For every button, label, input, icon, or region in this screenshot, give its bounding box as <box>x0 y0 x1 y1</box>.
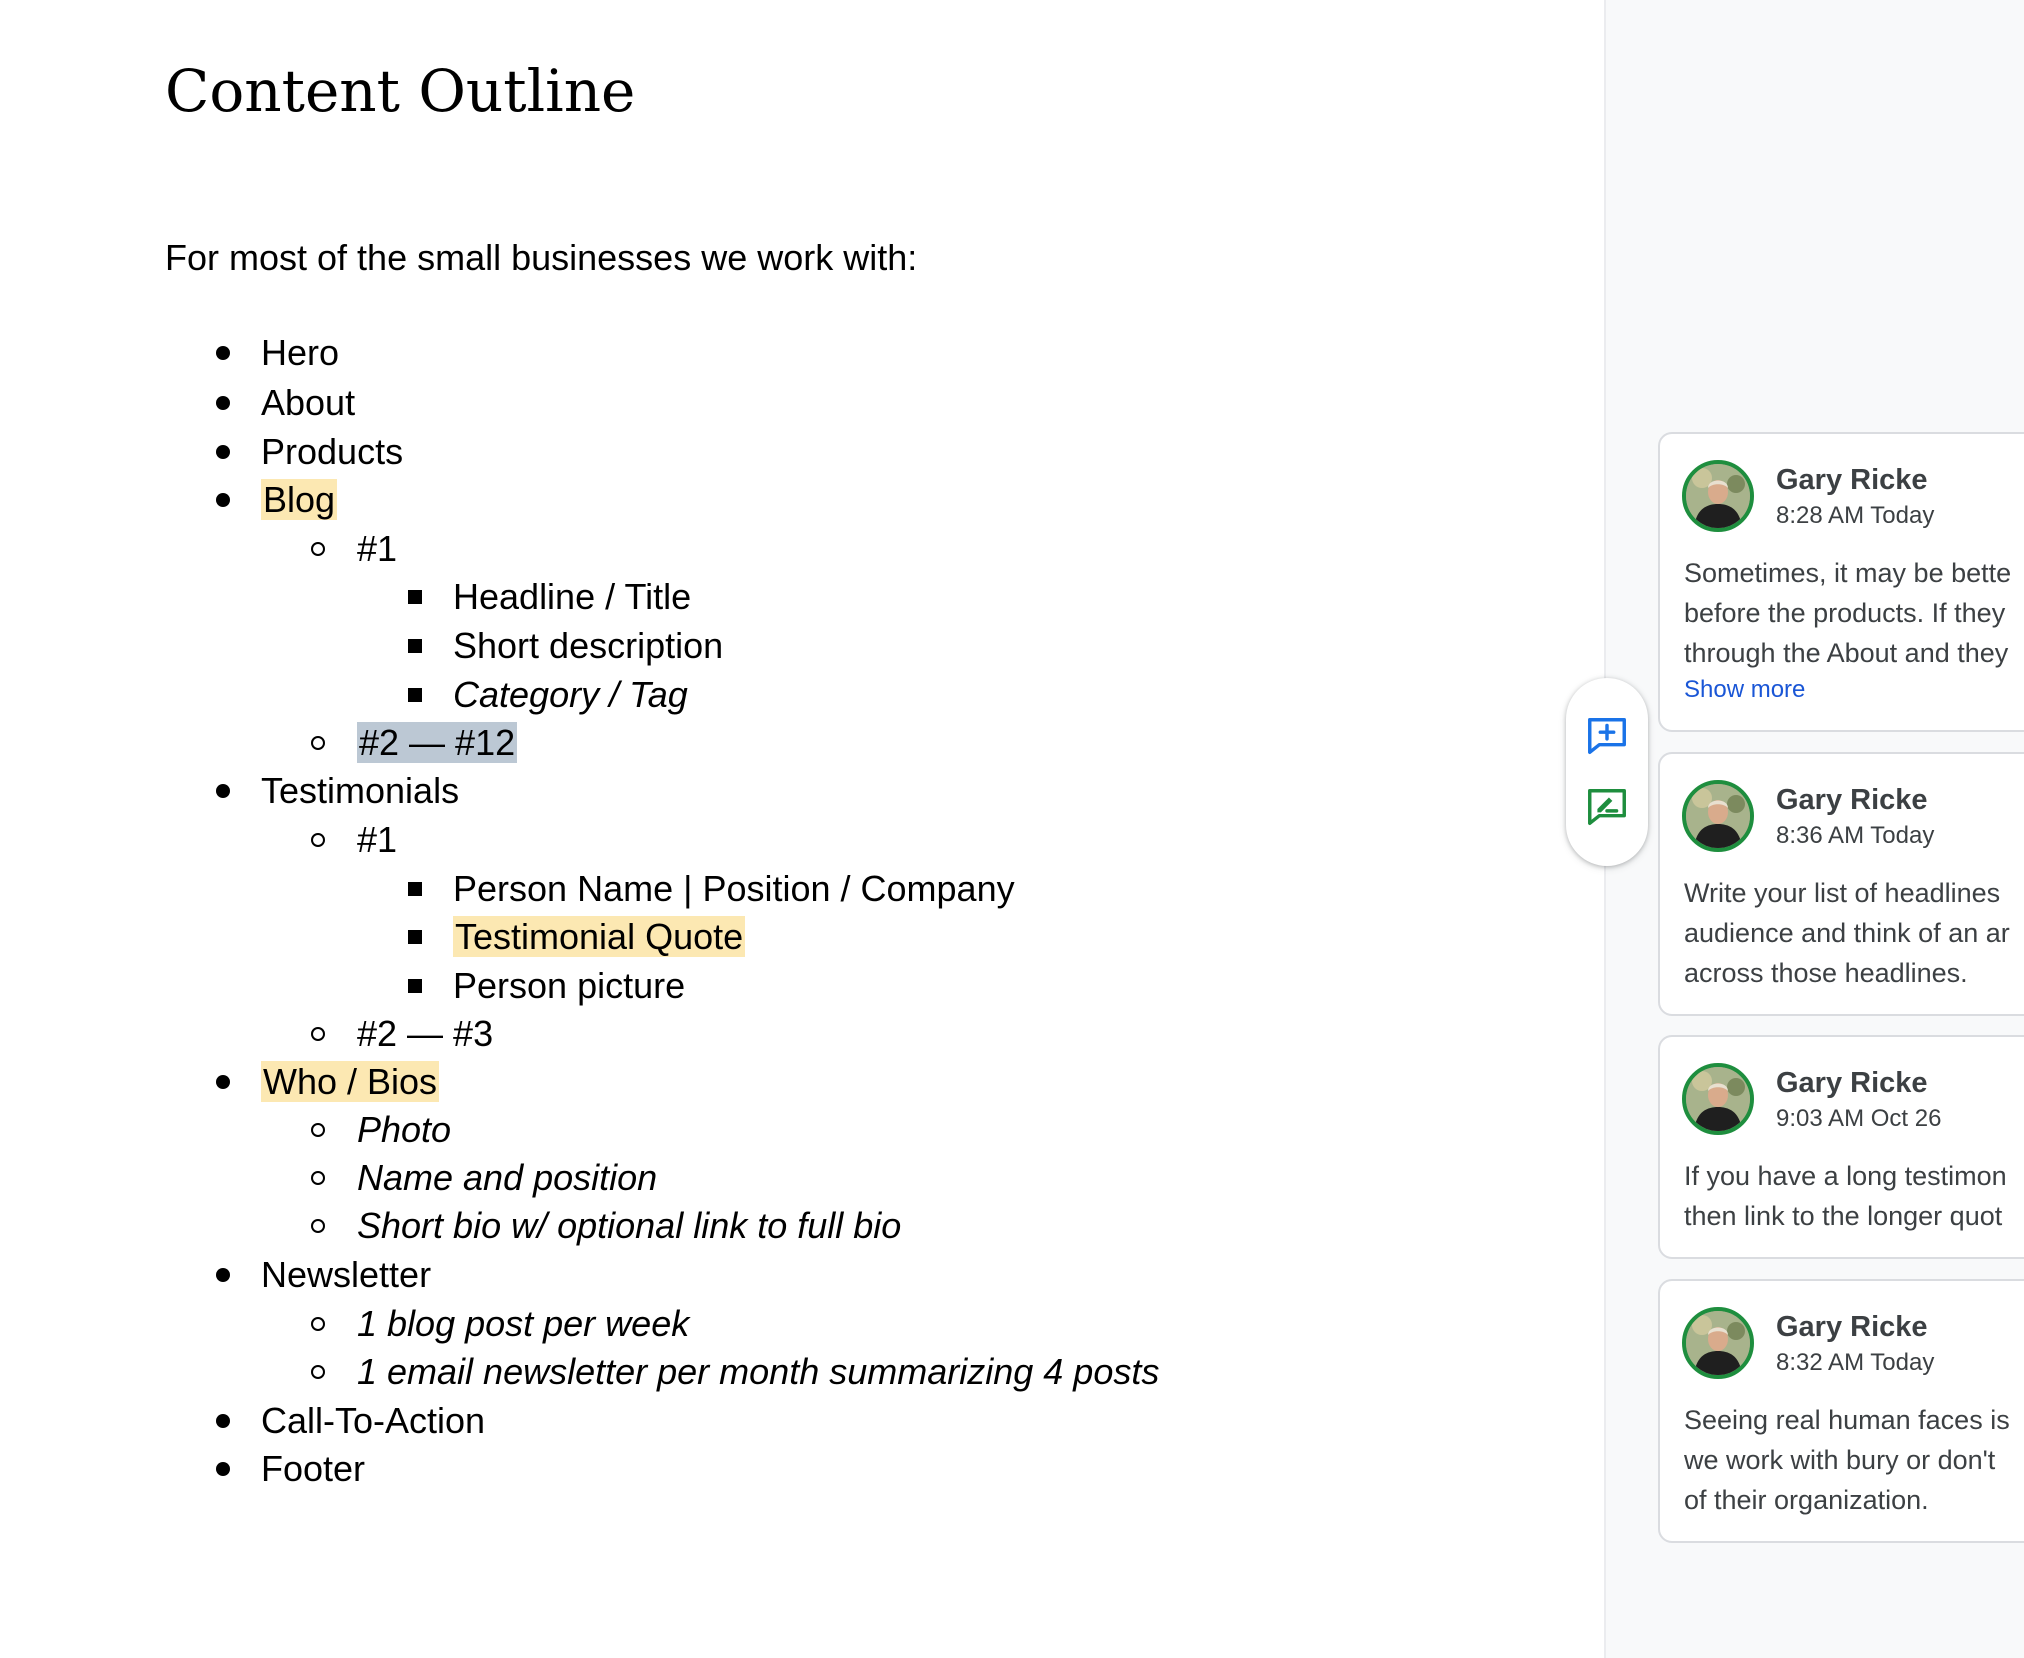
outline-item-text: Footer <box>261 1448 366 1489</box>
outline-item-text: Call-To-Action <box>261 1400 486 1441</box>
bullet-dot-icon <box>208 767 238 815</box>
comment-card[interactable]: Gary Ricke 8:36 AM Today Write your list o… <box>1658 752 2024 1016</box>
outline-item-text: #1 <box>357 528 398 569</box>
outline-item-text: Newsletter <box>261 1254 432 1295</box>
avatar <box>1682 1307 1754 1379</box>
bullet-square-icon <box>400 865 430 913</box>
outline-item-text: Person Name | Position / Company <box>453 868 1015 909</box>
bullet-circle-icon <box>303 1106 333 1154</box>
bullet-circle-icon <box>303 1348 333 1396</box>
outline-item-text: Headline / Title <box>453 576 692 617</box>
comment-timestamp: 9:03 AM Oct 26 <box>1776 1105 1942 1132</box>
outline-item-text: Hero <box>261 332 340 373</box>
add-comment-icon <box>1588 718 1626 755</box>
avatar <box>1682 460 1754 532</box>
bullet-dot-icon <box>208 379 238 427</box>
comment-body-line: before the products. If they <box>1684 598 2006 628</box>
outline-item-text: Short bio w/ optional link to full bio <box>357 1205 902 1246</box>
bullet-circle-icon <box>303 1010 333 1058</box>
comment-author: Gary Ricke <box>1776 1311 1928 1343</box>
comment-body-line: Seeing real human faces is <box>1684 1405 2010 1435</box>
comment-timestamp: 8:36 AM Today <box>1776 822 1935 849</box>
document-page[interactable]: Content Outline For most of the small bu… <box>0 0 1604 1658</box>
comment-author: Gary Ricke <box>1776 784 1928 816</box>
bullet-circle-icon <box>303 719 333 767</box>
avatar <box>1682 1063 1754 1135</box>
comment-card[interactable]: Gary Ricke 8:28 AM Today Sometimes, it may… <box>1658 432 2024 732</box>
bullet-dot-icon <box>208 1397 238 1445</box>
outline-item-text: #1 <box>357 819 398 860</box>
outline-item-text: Products <box>261 431 404 472</box>
bullet-square-icon <box>400 671 430 719</box>
outline-item-text: Name and position <box>357 1157 658 1198</box>
bullet-dot-icon <box>208 1251 238 1299</box>
suggest-edit-button[interactable] <box>1581 782 1633 834</box>
content-outline-list: Hero About Products Blog #1 Headline / Title S… <box>0 0 1600 1658</box>
bullet-circle-icon <box>303 1300 333 1348</box>
bullet-dot-icon <box>208 476 238 524</box>
comment-card[interactable]: Gary Ricke 9:03 AM Oct 26 If you have a lo… <box>1658 1035 2024 1259</box>
avatar <box>1682 780 1754 852</box>
comment-body-line: through the About and they <box>1684 638 2009 668</box>
outline-item-text: Short description <box>453 625 724 666</box>
outline-item-text: #2 — #12 <box>357 722 518 763</box>
comment-body-line: across those headlines. <box>1684 958 1968 988</box>
outline-item-text: Person picture <box>453 965 686 1006</box>
comment-body-line: If you have a long testimon <box>1684 1161 2007 1191</box>
comment-body-line: of their organization. <box>1684 1485 1929 1515</box>
comment-author: Gary Ricke <box>1776 1067 1928 1099</box>
bullet-circle-icon <box>303 1202 333 1250</box>
bullet-dot-icon <box>208 1058 238 1106</box>
outline-item-text: Category / Tag <box>453 674 688 715</box>
comment-body-line: Write your list of headlines <box>1684 878 2001 908</box>
suggest-edit-icon <box>1588 789 1626 826</box>
outline-item-text: Testimonial Quote <box>453 916 746 957</box>
bullet-square-icon <box>400 962 430 1010</box>
bullet-circle-icon <box>303 816 333 864</box>
outline-item-text: Who / Bios <box>261 1061 440 1102</box>
outline-item-text: 1 blog post per week <box>357 1303 690 1344</box>
outline-item-text: #2 — #3 <box>357 1013 494 1054</box>
comment-body-line: audience and think of an ar <box>1684 918 2010 948</box>
bullet-square-icon <box>400 573 430 621</box>
bullet-dot-icon <box>208 1445 238 1493</box>
add-comment-button[interactable] <box>1581 711 1633 763</box>
bullet-circle-icon <box>303 525 333 573</box>
outline-item-text: Blog <box>261 479 338 520</box>
comment-timestamp: 8:32 AM Today <box>1776 1349 1935 1376</box>
show-more-link[interactable]: Show more <box>1684 676 1805 704</box>
comment-body-line: then link to the longer quot <box>1684 1201 2003 1231</box>
outline-item-text: Photo <box>357 1109 452 1150</box>
bullet-dot-icon <box>208 428 238 476</box>
comment-body-line: Sometimes, it may be bette <box>1684 558 2012 588</box>
comment-author: Gary Ricke <box>1776 464 1928 496</box>
bullet-dot-icon <box>208 329 238 377</box>
outline-item-text: About <box>261 382 356 423</box>
bullet-square-icon <box>400 913 430 961</box>
outline-item-text: 1 email newsletter per month summarizing… <box>357 1351 1160 1392</box>
comment-timestamp: 8:28 AM Today <box>1776 502 1935 529</box>
comment-card[interactable]: Gary Ricke 8:32 AM Today Seeing real human… <box>1658 1279 2024 1543</box>
outline-item-text: Testimonials <box>261 770 460 811</box>
bullet-circle-icon <box>303 1154 333 1202</box>
comment-body-line: we work with bury or don't <box>1684 1445 1996 1475</box>
comment-action-bar <box>1566 678 1648 866</box>
bullet-square-icon <box>400 622 430 670</box>
